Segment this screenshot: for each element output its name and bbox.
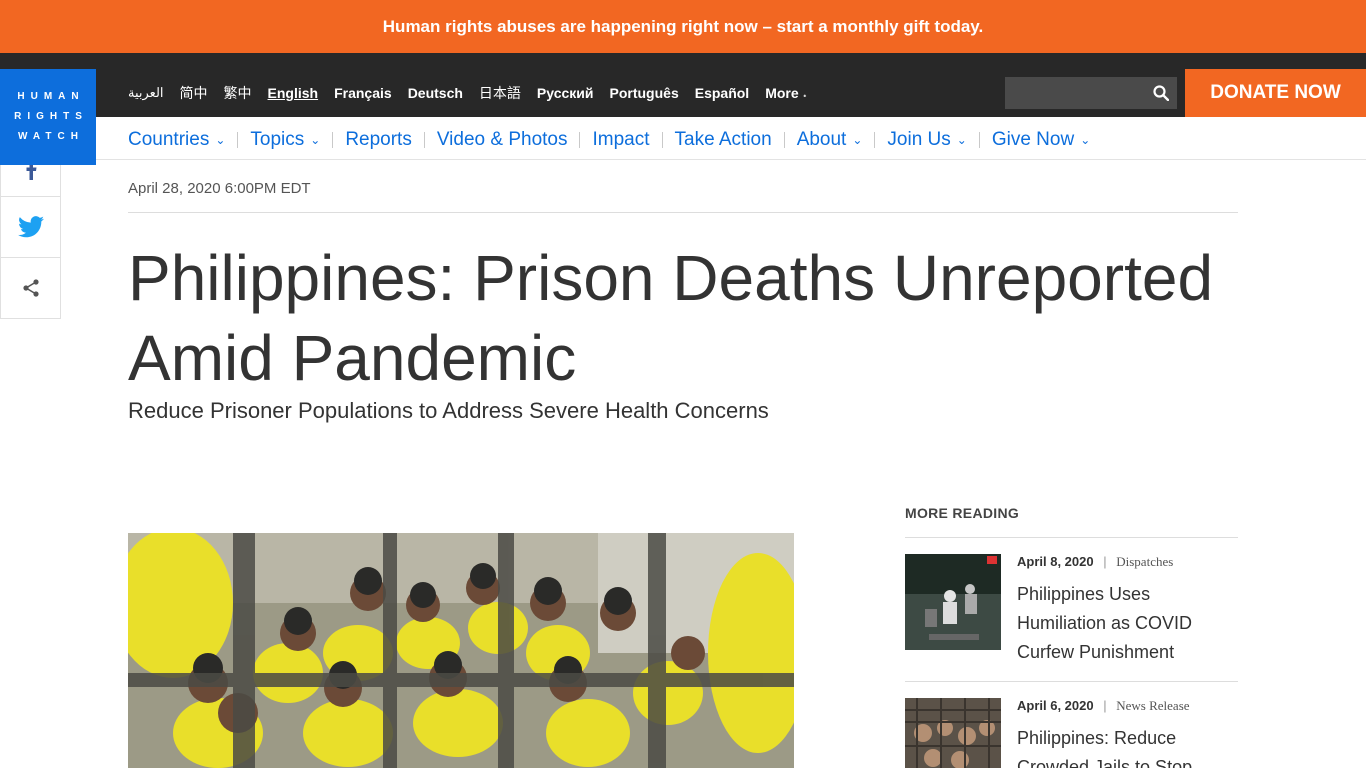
nav-divider [661, 132, 663, 148]
chevron-down-icon: ⌄ [852, 133, 863, 147]
nav-item-label: Video & Photos [436, 129, 568, 150]
nav-item-label: Reports [345, 129, 412, 150]
nav-item-label: Give Now [991, 129, 1075, 150]
nav-item-about[interactable]: About ⌄ [797, 129, 863, 151]
language-link-arabic[interactable]: العربية [128, 85, 164, 101]
meta-separator: | [1103, 554, 1107, 569]
nav-item-countries[interactable]: Countries ⌄ [128, 129, 225, 151]
nav-divider [423, 132, 425, 148]
nav-divider [579, 132, 581, 148]
twitter-icon [17, 216, 44, 238]
nav-item-label: Topics [250, 129, 305, 150]
nav-divider [874, 132, 876, 148]
divider [905, 681, 1238, 682]
search-icon [1153, 85, 1169, 101]
meta-separator: | [1103, 698, 1107, 713]
hrw-logo[interactable]: HUMAN RIGHTS WATCH [0, 69, 96, 165]
more-reading-date: April 8, 2020 [1017, 554, 1094, 569]
logo-line: WATCH [18, 131, 84, 142]
divider [905, 537, 1238, 538]
donate-now-label: DONATE NOW [1210, 82, 1341, 103]
language-link-spanish[interactable]: Español [695, 85, 749, 101]
more-reading-item[interactable]: April 8, 2020 | Dispatches Philippines U… [905, 554, 1238, 674]
nav-item-topics[interactable]: Topics ⌄ [250, 129, 320, 151]
chevron-down-icon: ⌄ [1080, 133, 1091, 147]
logo-line: HUMAN [17, 91, 85, 102]
more-reading-meta: April 6, 2020 | News Release [1017, 698, 1190, 714]
more-reading-title[interactable]: Philippines Uses Humiliation as COVID Cu… [1017, 580, 1232, 667]
nav-item-label: About [796, 129, 847, 150]
more-reading-meta: April 8, 2020 | Dispatches [1017, 554, 1173, 570]
nav-item-join-us[interactable]: Join Us ⌄ [887, 129, 966, 151]
chevron-down-icon: ⌄ [956, 133, 967, 147]
nav-divider [332, 132, 334, 148]
language-link-simplified-chinese[interactable]: 简中 [180, 83, 208, 103]
logo-line: RIGHTS [14, 111, 88, 122]
chevron-down-icon: ⌄ [215, 133, 226, 147]
divider [128, 212, 1238, 213]
more-reading-heading: MORE READING [905, 505, 1020, 521]
nav-divider [783, 132, 785, 148]
more-reading-type: Dispatches [1116, 554, 1174, 569]
nav-item-reports[interactable]: Reports [345, 129, 412, 151]
more-reading-thumbnail[interactable] [905, 554, 1001, 650]
nav-item-impact[interactable]: Impact [592, 129, 649, 151]
language-link-german[interactable]: Deutsch [408, 85, 463, 101]
nav-item-label: Take Action [674, 129, 772, 150]
article-date: April 28, 2020 6:00PM EDT [128, 180, 311, 197]
language-link-english[interactable]: English [268, 85, 319, 101]
more-reading-item[interactable]: April 6, 2020 | News Release Philippines… [905, 698, 1238, 768]
social-share-rail [0, 140, 61, 319]
article-title: Philippines: Prison Deaths Unreported Am… [128, 242, 1214, 394]
language-link-traditional-chinese[interactable]: 繁中 [224, 83, 252, 103]
share-icon [22, 279, 39, 297]
donate-now-button[interactable]: DONATE NOW [1185, 69, 1366, 117]
more-reading-date: April 6, 2020 [1017, 698, 1094, 713]
chevron-down-icon: ⌄ [310, 133, 321, 147]
language-more-menu[interactable]: More [765, 85, 807, 101]
nav-item-give-now[interactable]: Give Now ⌄ [992, 129, 1090, 151]
more-reading-type: News Release [1116, 698, 1190, 713]
search-input[interactable] [1005, 77, 1145, 109]
nav-item-label: Countries [128, 129, 210, 150]
more-reading-thumbnail[interactable] [905, 698, 1001, 768]
nav-item-label: Impact [592, 129, 650, 150]
search-button[interactable] [1145, 77, 1177, 109]
nav-item-label: Join Us [887, 129, 951, 150]
language-link-russian[interactable]: Русский [537, 85, 594, 101]
more-reading-title[interactable]: Philippines: Reduce Crowded Jails to Sto… [1017, 724, 1232, 768]
language-link-portuguese[interactable]: Português [610, 85, 679, 101]
article-hero-image [128, 533, 794, 768]
article-subtitle: Reduce Prisoner Populations to Address S… [128, 398, 769, 423]
language-link-japanese[interactable]: 日本語 [479, 83, 521, 103]
promo-banner[interactable]: Human rights abuses are happening right … [0, 0, 1366, 53]
nav-item-video-photos[interactable]: Video & Photos [437, 129, 568, 151]
nav-item-take-action[interactable]: Take Action [675, 129, 772, 151]
language-link-french[interactable]: Français [334, 85, 392, 101]
share-button[interactable] [0, 258, 61, 319]
nav-divider [237, 132, 239, 148]
video-still-image [905, 554, 1001, 650]
jail-photo-image [905, 698, 1001, 768]
main-nav-items: Countries ⌄ Topics ⌄ Reports Video & Pho… [128, 117, 1090, 163]
nav-divider [978, 132, 980, 148]
prison-cell-photo [128, 533, 794, 768]
twitter-share-button[interactable] [0, 197, 61, 258]
promo-banner-text[interactable]: Human rights abuses are happening right … [383, 17, 983, 37]
